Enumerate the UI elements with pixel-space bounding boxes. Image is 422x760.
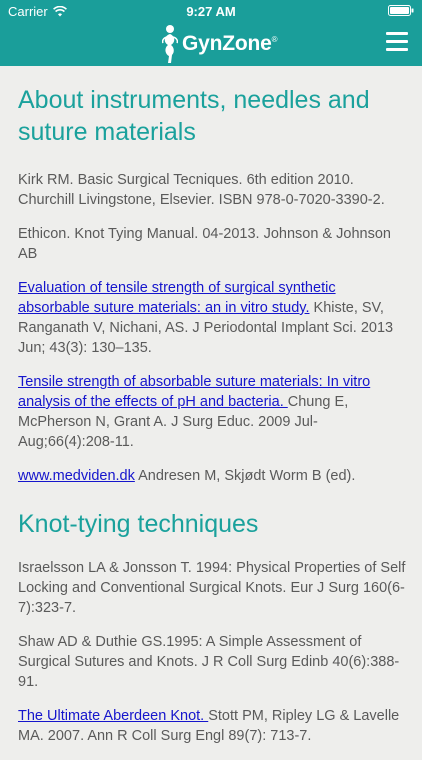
reference-item: Israelsson LA & Jonsson T. 1994: Physica… <box>18 560 406 616</box>
hamburger-menu-icon[interactable] <box>386 32 408 52</box>
reference-item: Ethicon. Knot Tying Manual. 04-2013. Joh… <box>18 226 391 262</box>
reference-item: Tensile strength of absorbable suture ma… <box>18 374 371 450</box>
reference-link[interactable]: www.medviden.dk <box>18 468 135 484</box>
app-header: Carrier 9:27 AM GynZone® <box>0 0 422 66</box>
section-title: Knot-tying techniques <box>18 510 259 538</box>
references-content: About instruments, needles and suture ma… <box>18 66 408 760</box>
gynzone-logo[interactable]: GynZone® <box>162 24 278 64</box>
battery-icon <box>388 5 414 16</box>
reference-link[interactable]: The Ultimate Aberdeen Knot. <box>18 708 208 724</box>
nav-bar: GynZone® <box>0 22 422 66</box>
reference-link[interactable]: Evaluation of tensile strength of surgic… <box>18 280 336 316</box>
status-bar: Carrier 9:27 AM <box>0 0 422 22</box>
logo-text: GynZone® <box>182 32 278 55</box>
reference-item: Evaluation of tensile strength of surgic… <box>18 280 394 356</box>
gynzone-figure-icon <box>162 25 178 63</box>
reference-item: www.medviden.dk Andresen M, Skjødt Worm … <box>18 468 356 484</box>
section-title: About instruments, needles and suture ma… <box>18 86 370 146</box>
status-time: 9:27 AM <box>186 4 236 19</box>
reference-item: Shaw AD & Duthie GS.1995: A Simple Asses… <box>18 634 400 690</box>
reference-item: Kirk RM. Basic Surgical Tecniques. 6th e… <box>18 172 385 208</box>
reference-item: The Ultimate Aberdeen Knot. Stott PM, Ri… <box>18 708 400 744</box>
